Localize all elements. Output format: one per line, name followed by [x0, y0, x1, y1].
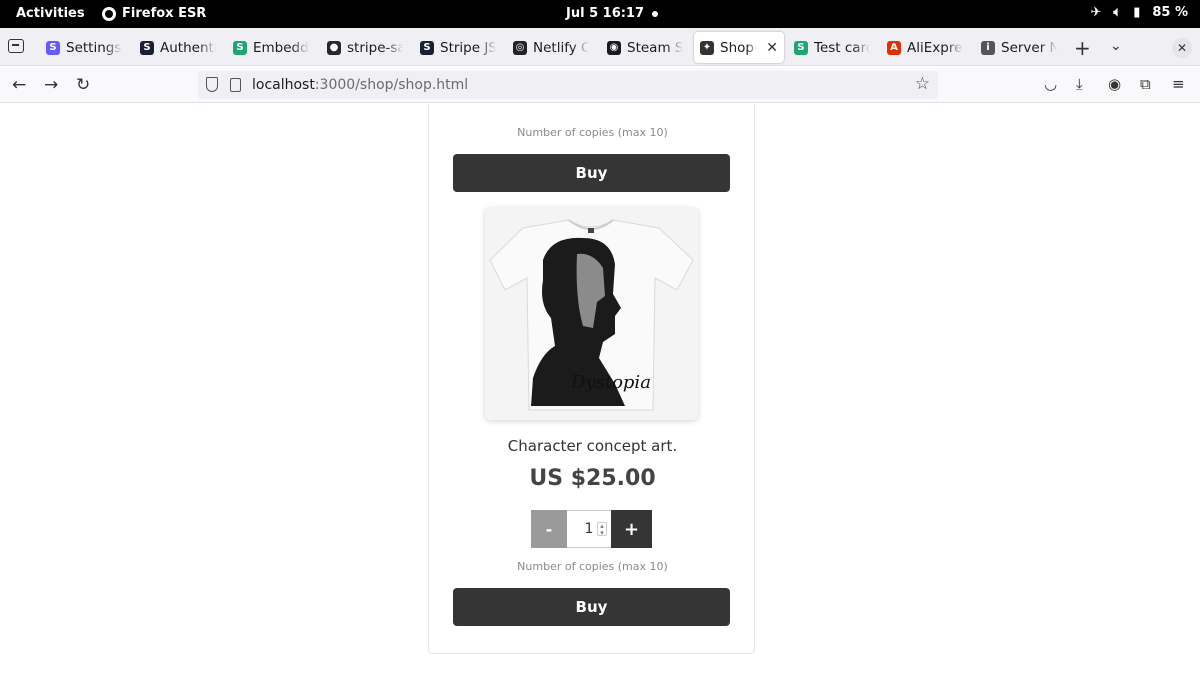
- product-column: Number of copies (max 10) Buy Dystopia C…: [428, 104, 755, 654]
- account-icon[interactable]: ◉: [1108, 75, 1121, 93]
- tab-label: AliExpres: [907, 39, 963, 56]
- product-image[interactable]: Dystopia: [485, 208, 698, 420]
- stripe-favicon: S: [46, 40, 60, 55]
- shop-favicon: ✦: [700, 40, 714, 55]
- tab-2[interactable]: S Embedde: [227, 32, 315, 63]
- stripe-docs-favicon: S: [233, 40, 247, 55]
- bookmark-star-icon[interactable]: ☆: [915, 74, 930, 94]
- window-close-button[interactable]: ✕: [1172, 38, 1192, 58]
- copies-hint: Number of copies (max 10): [517, 560, 668, 573]
- tab-4[interactable]: S Stripe JS: [414, 32, 502, 63]
- battery-percentage: 85 %: [1152, 5, 1188, 20]
- spinner-arrows-icon[interactable]: ▴ ▾: [597, 522, 607, 537]
- app-name: Firefox ESR: [122, 6, 207, 21]
- tab-8[interactable]: S Test card: [788, 32, 876, 63]
- tab-label: stripe-sa: [347, 39, 403, 56]
- product-price: US $25.00: [529, 466, 656, 491]
- url-text[interactable]: localhost:3000/shop/shop.html: [252, 77, 468, 93]
- tab-label: Settings –: [66, 39, 122, 56]
- tshirt-print-text: Dystopia: [570, 372, 651, 393]
- tab-6[interactable]: ◉ Steam Su: [601, 32, 689, 63]
- tab-label: Authentic: [160, 39, 216, 56]
- buy-button[interactable]: Buy: [453, 588, 730, 626]
- url-bar[interactable]: localhost:3000/shop/shop.html ☆: [198, 71, 938, 99]
- tab-label: Stripe JS: [440, 39, 496, 56]
- menu-icon[interactable]: ≡: [1172, 75, 1185, 93]
- quantity-input[interactable]: 1 ▴ ▾: [567, 510, 611, 548]
- volume-icon: 🔈︎: [1113, 5, 1122, 20]
- list-all-tabs-icon[interactable]: ⌄: [1110, 38, 1122, 54]
- tshirt-illustration: Dystopia: [489, 219, 694, 411]
- tab-label: Steam Su: [627, 39, 683, 56]
- tab-0[interactable]: S Settings –: [40, 32, 128, 63]
- downloads-icon[interactable]: ⤓: [1076, 75, 1083, 93]
- tab-strip: S Settings – S Authentic S Embedde ● stripe-sa S…: [0, 28, 1200, 66]
- page-info-icon[interactable]: [230, 78, 241, 92]
- airplane-mode-icon: ✈: [1090, 5, 1102, 20]
- increase-quantity-button[interactable]: +: [611, 510, 652, 548]
- app-menu[interactable]: Firefox ESR: [102, 6, 206, 21]
- tab-label: Shop++: [720, 39, 758, 56]
- reload-icon[interactable]: ↻: [76, 75, 90, 95]
- firefox-view-icon[interactable]: [8, 39, 24, 53]
- activities-button[interactable]: Activities: [16, 6, 85, 21]
- tab-label: Netlify CL: [533, 39, 589, 56]
- stripe-favicon: S: [140, 40, 154, 55]
- tab-label: Server No: [1001, 39, 1057, 56]
- system-top-bar: Activities Firefox ESR Jul 5 16:17 ✈ 🔈︎ …: [0, 0, 1200, 28]
- system-tray[interactable]: ✈ 🔈︎ ▮ 85 %: [1090, 5, 1188, 20]
- tab-5[interactable]: ◎ Netlify CL: [507, 32, 595, 63]
- steam-icon: ◉: [607, 40, 621, 55]
- tab-label: Embedde: [253, 39, 309, 56]
- tab-label: Test card: [814, 39, 870, 56]
- pocket-icon[interactable]: ◡: [1044, 75, 1057, 93]
- github-icon: ●: [327, 40, 341, 55]
- tab-1[interactable]: S Authentic: [134, 32, 222, 63]
- navigation-toolbar: ← → ↻ localhost:3000/shop/shop.html ☆ ◡ …: [0, 67, 1200, 103]
- aliexpress-icon: A: [887, 40, 901, 55]
- stripe-favicon: S: [420, 40, 434, 55]
- extensions-icon[interactable]: ⧉: [1140, 75, 1151, 93]
- firefox-icon: [102, 6, 116, 21]
- clock[interactable]: Jul 5 16:17: [566, 6, 644, 21]
- copies-hint-prev: Number of copies (max 10): [517, 126, 668, 139]
- tab-10[interactable]: i Server No: [975, 32, 1063, 63]
- back-icon[interactable]: ←: [12, 75, 26, 95]
- netlify-icon: ◎: [513, 40, 527, 55]
- tab-3[interactable]: ● stripe-sa: [321, 32, 409, 63]
- new-tab-button[interactable]: +: [1074, 36, 1091, 60]
- tracking-protection-icon[interactable]: [206, 77, 218, 92]
- buy-button-prev[interactable]: Buy: [453, 154, 730, 192]
- forward-icon[interactable]: →: [44, 75, 58, 95]
- stripe-docs-favicon: S: [794, 40, 808, 55]
- tab-9[interactable]: A AliExpres: [881, 32, 969, 63]
- quantity-stepper: - 1 ▴ ▾ +: [531, 510, 652, 548]
- product-description: Character concept art.: [507, 437, 678, 455]
- battery-icon: ▮: [1133, 5, 1141, 20]
- quantity-value: 1: [584, 521, 594, 537]
- tab-7[interactable]: ✦ Shop++ ✕: [694, 32, 784, 63]
- decrease-quantity-button[interactable]: -: [531, 510, 567, 548]
- page-content: Number of copies (max 10) Buy Dystopia C…: [0, 104, 1200, 675]
- notification-dot: [652, 11, 658, 17]
- close-tab-icon[interactable]: ✕: [766, 40, 778, 56]
- info-icon: i: [981, 40, 995, 55]
